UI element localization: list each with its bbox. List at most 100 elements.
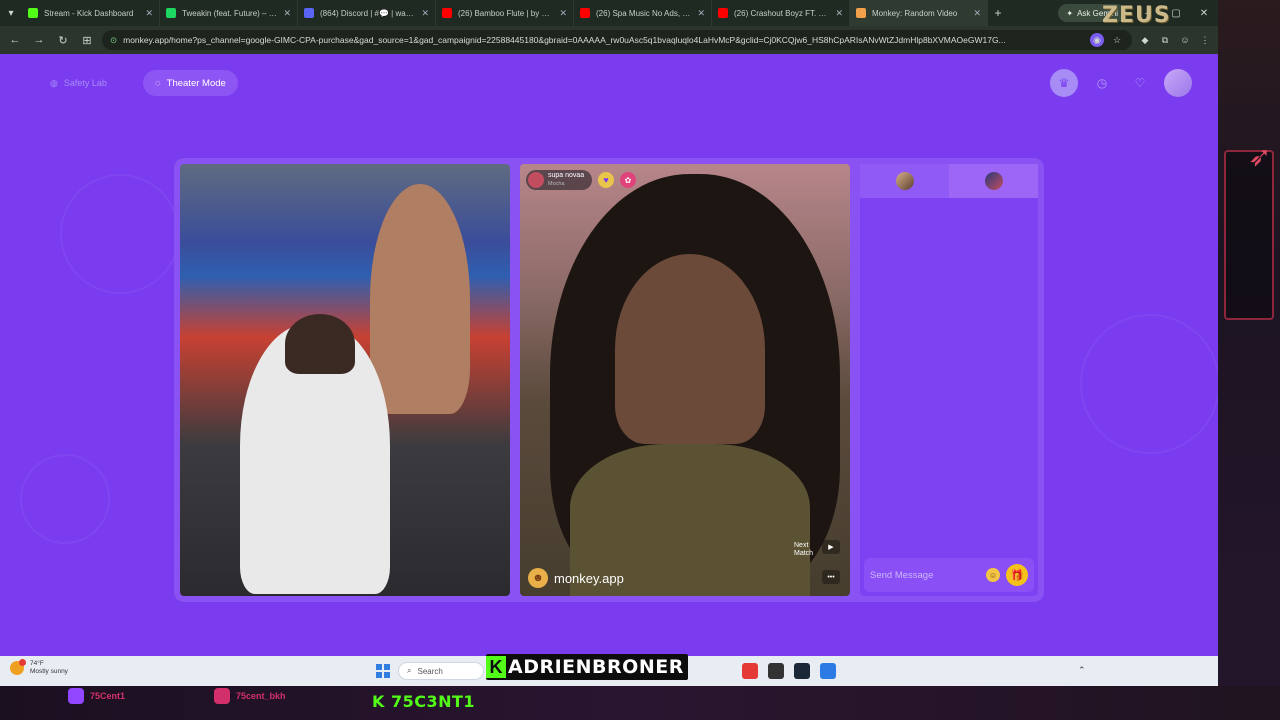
gift-icon[interactable]: 🎁 bbox=[1006, 564, 1028, 586]
remote-user-pill[interactable]: supa novaa Mocha bbox=[526, 170, 593, 190]
close-window-icon[interactable]: ✕ bbox=[1190, 8, 1218, 19]
site-info-icon[interactable]: ⊙ bbox=[110, 35, 117, 46]
close-tab-icon[interactable]: ✕ bbox=[421, 8, 429, 19]
profile-icon[interactable]: ☺ bbox=[1178, 33, 1192, 47]
more-options-button[interactable]: ••• bbox=[822, 570, 840, 584]
safety-lab-label: Safety Lab bbox=[63, 78, 107, 88]
vpn-icon[interactable]: ◆ bbox=[1138, 33, 1152, 47]
chat-tab-remote[interactable] bbox=[949, 164, 1038, 198]
browser-tab[interactable]: (26) Bamboo Flute | by 梅山 ✕ bbox=[436, 0, 574, 26]
tray-chevron-icon[interactable]: ⌃ bbox=[1078, 665, 1086, 676]
background-decoration bbox=[1080, 314, 1218, 454]
instagram-handle-text: 75cent_bkh bbox=[236, 691, 286, 701]
streamer-name: ADRIENBRONER bbox=[508, 656, 684, 678]
remote-video: supa novaa Mocha ♥ ✿ ☻ monkey.app Next M… bbox=[520, 164, 850, 596]
chat-input-bar: Send Message ☺ 🎁 bbox=[864, 558, 1034, 592]
browser-tab[interactable]: (26) Crashout Boyz FT. Ralf ✕ bbox=[712, 0, 850, 26]
back-icon[interactable]: ← bbox=[6, 34, 24, 46]
close-tab-icon[interactable]: ✕ bbox=[835, 8, 843, 19]
address-bar: ← → ↻ ⊞ ⊙ monkey.app/home?ps_channel=goo… bbox=[0, 26, 1218, 54]
tab-search-icon[interactable]: ▾ bbox=[0, 0, 22, 26]
local-user-avatar bbox=[895, 172, 914, 190]
kick-handle: K 75C3NT1 bbox=[372, 692, 476, 711]
emoji-icon[interactable]: ☺ bbox=[986, 568, 1000, 582]
next-match-label: Next Match bbox=[794, 542, 814, 557]
close-tab-icon[interactable]: ✕ bbox=[697, 8, 705, 19]
theater-mode-label: Theater Mode bbox=[166, 77, 226, 89]
twitch-icon bbox=[68, 688, 84, 704]
stream-side-panel: ➶ bbox=[1218, 0, 1280, 686]
taskbar-search[interactable]: ⌕ Search bbox=[398, 662, 484, 680]
extensions-tab-icon[interactable]: ⊞ bbox=[78, 34, 96, 47]
tab-favicon-icon bbox=[28, 8, 38, 18]
reload-icon[interactable]: ↻ bbox=[54, 34, 72, 47]
taskbar-search-label: Search bbox=[417, 666, 443, 676]
steam-app-icon[interactable] bbox=[794, 663, 810, 679]
browser-tab[interactable]: Stream - Kick Dashboard ✕ bbox=[22, 0, 160, 26]
weather-widget[interactable]: 74°F Mostly sunny bbox=[10, 659, 68, 676]
next-match-button[interactable]: ▶ bbox=[822, 540, 840, 554]
tab-favicon-icon bbox=[856, 8, 866, 18]
monkey-app-page: ◍ Safety Lab ◌ Theater Mode ♛ ◷ ♡ supa n… bbox=[0, 54, 1218, 656]
taskbar-apps bbox=[742, 663, 836, 679]
twitch-handle-text: 75Cent1 bbox=[90, 691, 126, 701]
history-icon[interactable]: ◷ bbox=[1088, 69, 1116, 97]
remote-user-name: supa novaa bbox=[548, 172, 585, 179]
url-text: monkey.app/home?ps_channel=google-GIMC-C… bbox=[123, 35, 1006, 45]
screen: ▾ Stream - Kick Dashboard ✕ Tweakin (feat.… bbox=[0, 0, 1280, 720]
safety-lab-button[interactable]: ◍ Safety Lab bbox=[38, 70, 119, 96]
menu-icon[interactable]: ⋮ bbox=[1198, 33, 1212, 47]
extension-icon[interactable]: ◉ bbox=[1090, 33, 1104, 47]
tab-favicon-icon bbox=[442, 8, 452, 18]
close-tab-icon[interactable]: ✕ bbox=[145, 8, 153, 19]
tab-favicon-icon bbox=[718, 8, 728, 18]
video-stage: supa novaa Mocha ♥ ✿ ☻ monkey.app Next M… bbox=[174, 158, 1044, 602]
person-standing bbox=[370, 184, 470, 414]
url-input[interactable]: ⊙ monkey.app/home?ps_channel=google-GIMC… bbox=[102, 30, 1132, 50]
camera-frame bbox=[1224, 150, 1274, 320]
search-icon: ⌕ bbox=[407, 666, 412, 675]
stream-bottom-strip bbox=[0, 686, 1280, 720]
tab-favicon-icon bbox=[580, 8, 590, 18]
weather-temp: 74°F bbox=[30, 660, 44, 667]
arrow-decoration-icon: ➶ bbox=[1248, 141, 1272, 172]
puzzle-icon[interactable]: ⧉ bbox=[1158, 33, 1172, 47]
chat-tab-local[interactable] bbox=[860, 164, 949, 198]
forward-icon[interactable]: → bbox=[30, 34, 48, 46]
browser-tab[interactable]: (864) Discord | #💬 | wachi ✕ bbox=[298, 0, 436, 26]
crown-icon[interactable]: ♛ bbox=[1050, 69, 1078, 97]
background-decoration bbox=[20, 454, 110, 544]
new-tab-button[interactable]: + bbox=[988, 6, 1008, 20]
bookmark-star-icon[interactable]: ☆ bbox=[1110, 33, 1124, 47]
user-avatar[interactable] bbox=[1164, 69, 1192, 97]
browser-tab[interactable]: (26) Spa Music No Ads, Rel ✕ bbox=[574, 0, 712, 26]
tab-title: (26) Spa Music No Ads, Rel bbox=[596, 8, 692, 18]
tab-title: Monkey: Random Video bbox=[872, 8, 958, 18]
local-video bbox=[180, 164, 510, 596]
theater-mode-button[interactable]: ◌ Theater Mode bbox=[143, 70, 238, 96]
chat-header bbox=[860, 164, 1038, 198]
tab-favicon-icon bbox=[166, 8, 176, 18]
remote-chat-avatar bbox=[984, 172, 1003, 190]
zeus-logo: ZEUS bbox=[1102, 2, 1171, 28]
gift-badge-icon[interactable]: ✿ bbox=[620, 172, 636, 188]
browser-tab[interactable]: Tweakin (feat. Future) – Dro ✕ bbox=[160, 0, 298, 26]
shield-icon: ◍ bbox=[50, 77, 58, 88]
close-tab-icon[interactable]: ✕ bbox=[973, 8, 981, 19]
youtube-app-icon[interactable] bbox=[742, 663, 758, 679]
messages-icon[interactable]: ♡ bbox=[1126, 69, 1154, 97]
close-tab-icon[interactable]: ✕ bbox=[559, 8, 567, 19]
close-tab-icon[interactable]: ✕ bbox=[283, 8, 291, 19]
tab-title: Stream - Kick Dashboard bbox=[44, 8, 134, 18]
weather-sun-icon bbox=[10, 659, 26, 675]
tab-title: (26) Bamboo Flute | by 梅山 bbox=[458, 8, 554, 18]
app-icon[interactable] bbox=[820, 663, 836, 679]
tab-title: (864) Discord | #💬 | wachi bbox=[320, 8, 416, 18]
obs-app-icon[interactable] bbox=[768, 663, 784, 679]
browser-tab[interactable]: Monkey: Random Video ✕ bbox=[850, 0, 988, 26]
message-input[interactable]: Send Message bbox=[870, 570, 980, 581]
windows-start-icon[interactable] bbox=[376, 664, 390, 678]
heart-icon[interactable]: ♥ bbox=[598, 172, 614, 188]
monkey-logo-icon: ☻ bbox=[528, 568, 548, 588]
instagram-handle: 75cent_bkh bbox=[214, 688, 286, 704]
